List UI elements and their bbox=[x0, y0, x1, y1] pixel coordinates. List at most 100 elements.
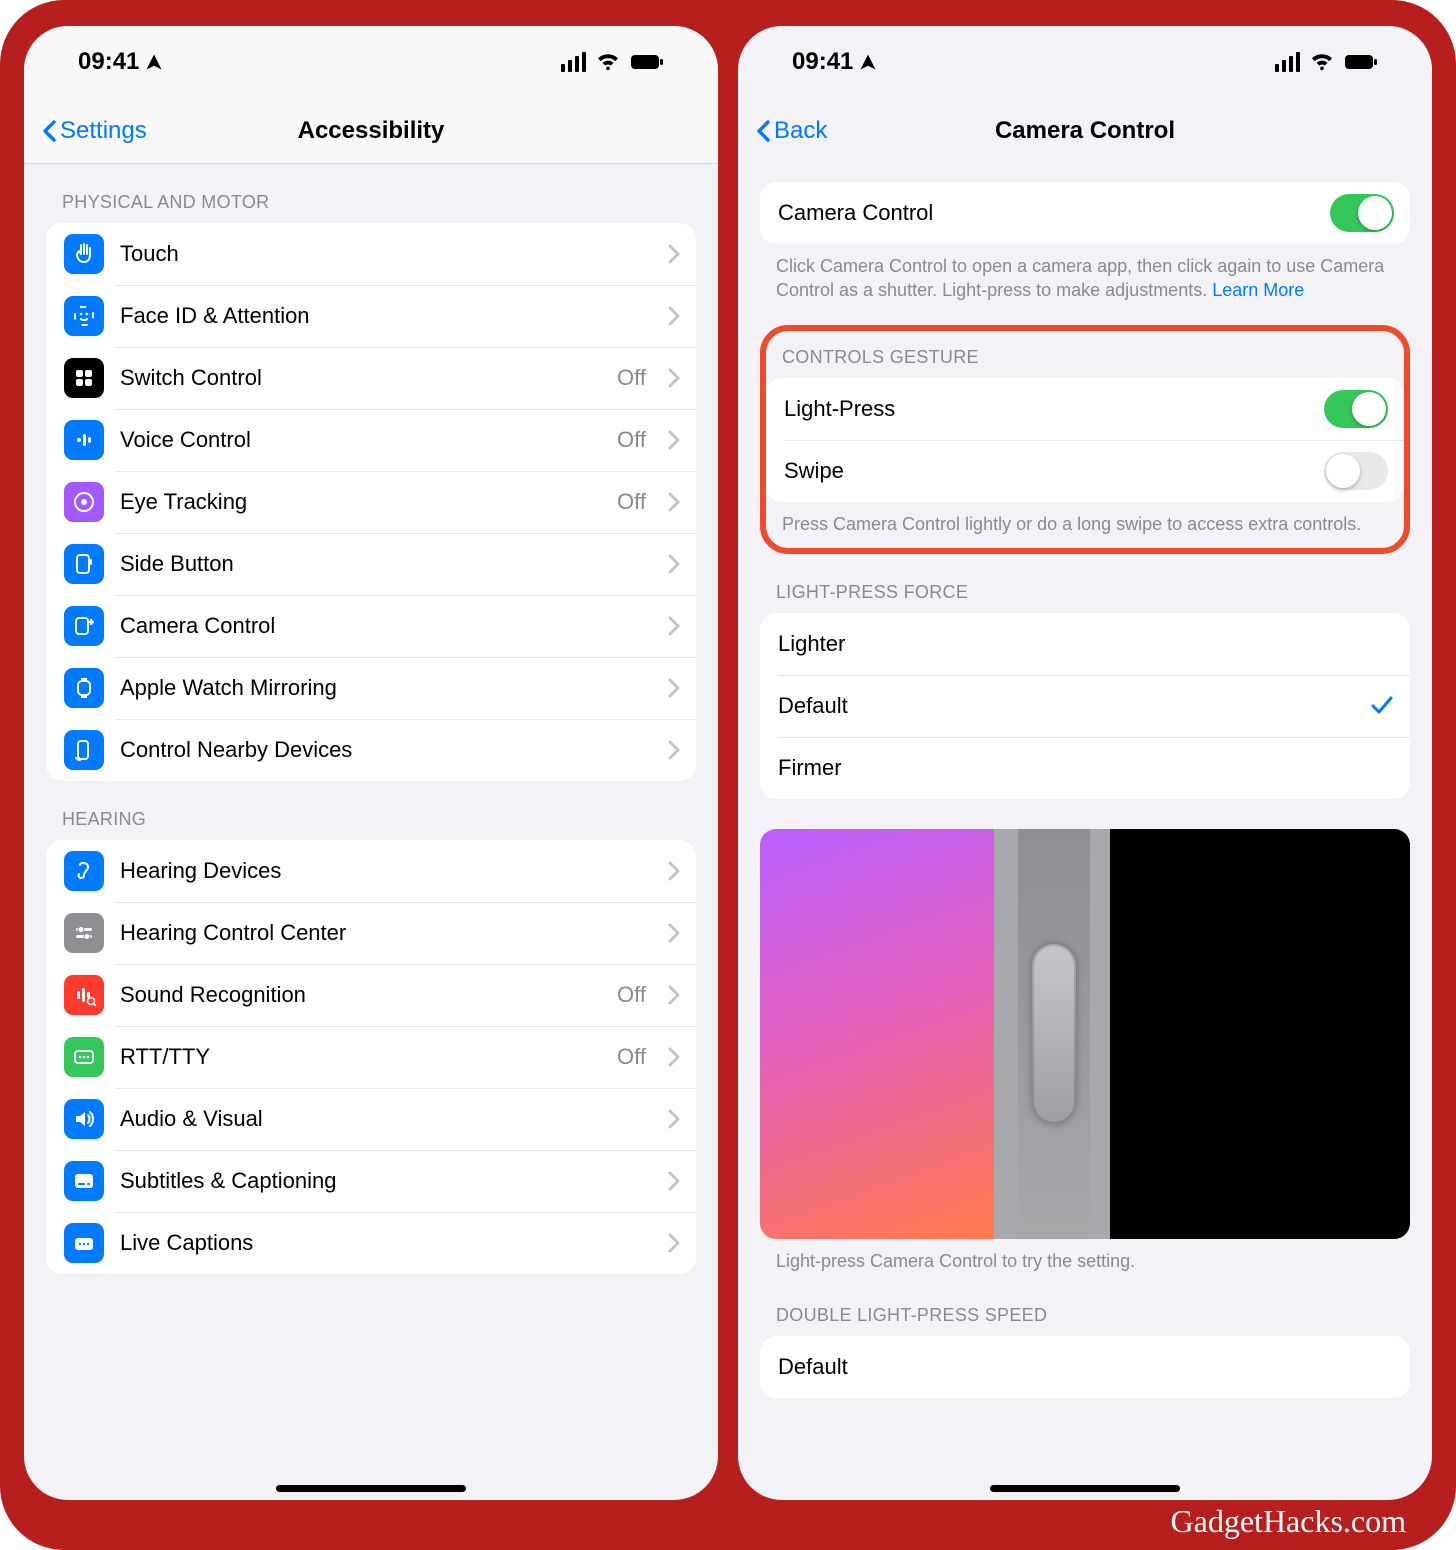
status-bar: 09:41 bbox=[738, 26, 1432, 98]
row-label: Default bbox=[778, 693, 1354, 719]
back-label: Settings bbox=[60, 117, 147, 145]
row-label: Camera Control bbox=[120, 613, 652, 639]
rtt-icon bbox=[64, 1037, 104, 1077]
row-value: Off bbox=[617, 427, 646, 453]
settings-row[interactable]: Voice Control Off bbox=[46, 409, 696, 471]
camera-control-list[interactable]: Camera Control Click Camera Control to o… bbox=[738, 164, 1432, 1500]
learn-more-link[interactable]: Learn More bbox=[1212, 280, 1304, 300]
row-double-press-default[interactable]: Default bbox=[760, 1336, 1410, 1398]
section-header-gesture: CONTROLS GESTURE bbox=[766, 331, 1404, 378]
row-label: Eye Tracking bbox=[120, 489, 601, 515]
status-time: 09:41 bbox=[792, 48, 853, 76]
chevron-right-icon bbox=[668, 985, 680, 1005]
screenshot-camera-control: 09:41 Back Camera Control Camera Control bbox=[738, 26, 1432, 1500]
location-icon bbox=[145, 53, 163, 71]
toggle[interactable] bbox=[1324, 452, 1388, 490]
row-label: Apple Watch Mirroring bbox=[120, 675, 652, 701]
settings-row[interactable]: Subtitles & Captioning bbox=[46, 1150, 696, 1212]
home-indicator[interactable] bbox=[276, 1485, 466, 1492]
section-header-double-press: DOUBLE LIGHT-PRESS SPEED bbox=[760, 1277, 1410, 1336]
chevron-right-icon bbox=[668, 616, 680, 636]
toggle-camera-control[interactable] bbox=[1330, 194, 1394, 232]
checkmark-icon bbox=[1370, 694, 1394, 718]
row-force-default[interactable]: Default bbox=[760, 675, 1410, 737]
settings-row[interactable]: Apple Watch Mirroring bbox=[46, 657, 696, 719]
chevron-right-icon bbox=[668, 1109, 680, 1129]
row-label: Sound Recognition bbox=[120, 982, 601, 1008]
home-indicator[interactable] bbox=[990, 1485, 1180, 1492]
settings-row[interactable]: RTT/TTYOff bbox=[46, 1026, 696, 1088]
row-label: Audio & Visual bbox=[120, 1106, 652, 1132]
force-preview-image bbox=[760, 829, 1410, 1239]
back-button[interactable]: Settings bbox=[40, 117, 147, 145]
row-value: Off bbox=[617, 365, 646, 391]
settings-list[interactable]: PHYSICAL AND MOTORTouchFace ID & Attenti… bbox=[24, 164, 718, 1500]
settings-row[interactable]: Side Button bbox=[46, 533, 696, 595]
settings-row[interactable]: Eye TrackingOff bbox=[46, 471, 696, 533]
settings-row[interactable]: Switch ControlOff bbox=[46, 347, 696, 409]
watch-icon bbox=[64, 668, 104, 708]
chevron-right-icon bbox=[668, 554, 680, 574]
row-camera-control-toggle[interactable]: Camera Control bbox=[760, 182, 1410, 244]
row-label: Control Nearby Devices bbox=[120, 737, 652, 763]
settings-row[interactable]: Touch bbox=[46, 223, 696, 285]
gesture-footer: Press Camera Control lightly or do a lon… bbox=[766, 502, 1404, 540]
eye-icon bbox=[64, 482, 104, 522]
row-label: Hearing Control Center bbox=[120, 920, 652, 946]
settings-row[interactable]: Sound Recognition Off bbox=[46, 964, 696, 1026]
settings-row[interactable]: Audio & Visual bbox=[46, 1088, 696, 1150]
camera-control-footer: Click Camera Control to open a camera ap… bbox=[760, 244, 1410, 307]
controls-gesture-highlight: CONTROLS GESTURE Light-PressSwipe Press … bbox=[760, 325, 1410, 554]
row-value: Off bbox=[617, 982, 646, 1008]
soundrec-icon bbox=[64, 975, 104, 1015]
chevron-right-icon bbox=[668, 1171, 680, 1191]
location-icon bbox=[859, 53, 877, 71]
battery-icon bbox=[1344, 51, 1378, 73]
row-gesture-light-press[interactable]: Light-Press bbox=[766, 378, 1404, 440]
back-button[interactable]: Back bbox=[754, 117, 827, 145]
row-label: Voice Control bbox=[120, 427, 601, 453]
nav-title: Camera Control bbox=[738, 117, 1432, 145]
camera-control-button-graphic bbox=[1032, 944, 1076, 1124]
chevron-right-icon bbox=[668, 368, 680, 388]
cellular-icon bbox=[561, 52, 587, 72]
settings-row[interactable]: Hearing Control Center bbox=[46, 902, 696, 964]
chevron-right-icon bbox=[668, 1233, 680, 1253]
nav-bar: Back Camera Control bbox=[738, 98, 1432, 164]
screenshot-accessibility: 09:41 Settings Accessibility PHYSICAL AN… bbox=[24, 26, 718, 1500]
row-label: RTT/TTY bbox=[120, 1044, 601, 1070]
toggle[interactable] bbox=[1324, 390, 1388, 428]
chevron-left-icon bbox=[40, 119, 58, 143]
settings-row[interactable]: Live Captions bbox=[46, 1212, 696, 1274]
section-header-force: LIGHT-PRESS FORCE bbox=[760, 554, 1410, 613]
row-label: Default bbox=[778, 1354, 1394, 1380]
row-label: Live Captions bbox=[120, 1230, 652, 1256]
camctl-icon bbox=[64, 606, 104, 646]
row-label: Side Button bbox=[120, 551, 652, 577]
status-bar: 09:41 bbox=[24, 26, 718, 98]
settings-row[interactable]: Control Nearby Devices bbox=[46, 719, 696, 781]
sidebtn-icon bbox=[64, 544, 104, 584]
row-gesture-swipe[interactable]: Swipe bbox=[766, 440, 1404, 502]
settings-row[interactable]: Face ID & Attention bbox=[46, 285, 696, 347]
chevron-right-icon bbox=[668, 861, 680, 881]
sliders-icon bbox=[64, 913, 104, 953]
chevron-right-icon bbox=[668, 306, 680, 326]
status-time: 09:41 bbox=[78, 48, 139, 76]
nearby-icon bbox=[64, 730, 104, 770]
row-label: Camera Control bbox=[778, 200, 1314, 226]
row-label: Hearing Devices bbox=[120, 858, 652, 884]
chevron-right-icon bbox=[668, 244, 680, 264]
watermark: GadgetHacks.com bbox=[1171, 1503, 1406, 1540]
nav-bar: Settings Accessibility bbox=[24, 98, 718, 164]
back-label: Back bbox=[774, 117, 827, 145]
settings-row[interactable]: Camera Control bbox=[46, 595, 696, 657]
row-label: Face ID & Attention bbox=[120, 303, 652, 329]
row-force-firmer[interactable]: Firmer bbox=[760, 737, 1410, 799]
livecap-icon bbox=[64, 1223, 104, 1263]
row-force-lighter[interactable]: Lighter bbox=[760, 613, 1410, 675]
wifi-icon bbox=[1310, 52, 1334, 72]
settings-row[interactable]: Hearing Devices bbox=[46, 840, 696, 902]
preview-footer: Light-press Camera Control to try the se… bbox=[760, 1239, 1410, 1277]
hand-icon bbox=[64, 234, 104, 274]
